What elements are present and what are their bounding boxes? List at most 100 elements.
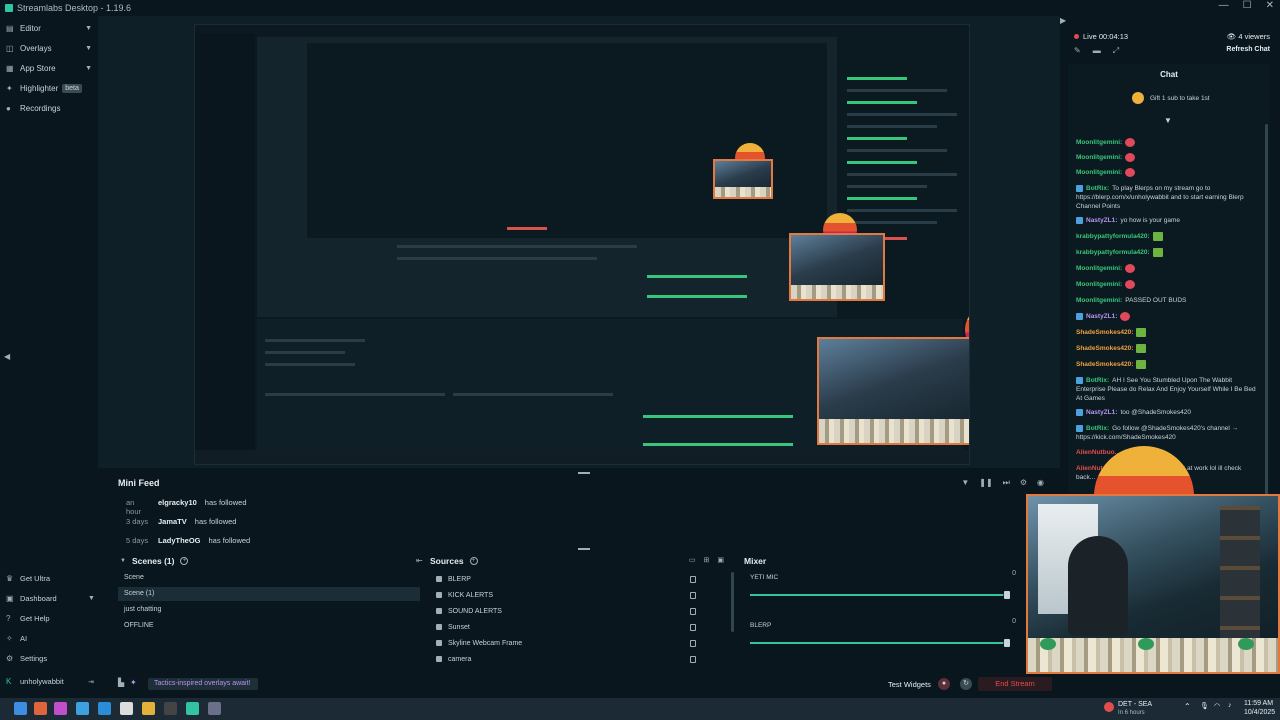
promo-banner[interactable]: Tactics-inspired overlays await! bbox=[148, 678, 259, 690]
nav-item-get-help[interactable]: ? Get Help bbox=[6, 614, 50, 623]
add-folder-icon[interactable]: ⊞ bbox=[704, 556, 710, 564]
steam-icon[interactable] bbox=[164, 702, 177, 715]
nav-item-dashboard[interactable]: ▣ Dashboard ▼ bbox=[6, 594, 95, 603]
nav-item-editor[interactable]: ▤ Editor ▼ bbox=[6, 24, 94, 33]
properties-icon[interactable]: ▣ bbox=[717, 556, 724, 564]
source-item[interactable]: camera bbox=[436, 652, 702, 666]
chat-username[interactable]: BotRix: bbox=[1086, 377, 1109, 384]
refresh-chat-button[interactable]: Refresh Chat bbox=[1226, 46, 1270, 53]
app-icon[interactable] bbox=[34, 702, 47, 715]
add-scene-collection-icon[interactable]: + bbox=[180, 557, 189, 565]
volume-icon[interactable]: ♪ bbox=[1228, 702, 1232, 709]
windows-start-icon[interactable] bbox=[14, 702, 27, 715]
scene-item[interactable]: just chatting bbox=[118, 603, 420, 617]
chat-username[interactable]: Moonlitgemini: bbox=[1076, 154, 1122, 161]
collapse-icon[interactable]: ⇤ bbox=[416, 556, 423, 565]
store-icon[interactable] bbox=[120, 702, 133, 715]
resize-handle[interactable] bbox=[578, 472, 590, 474]
record-button[interactable]: ● bbox=[938, 678, 950, 690]
filter-icon[interactable]: ▼ bbox=[961, 478, 969, 488]
maximize-button[interactable]: ☐ bbox=[1243, 0, 1252, 11]
nav-item-account[interactable]: K unholywabbit ⇥ bbox=[6, 677, 94, 686]
pin-icon[interactable]: ▼ bbox=[1164, 116, 1172, 125]
edit-icon[interactable]: ✎ bbox=[1074, 46, 1081, 56]
source-item[interactable]: SOUND ALERTS bbox=[436, 604, 702, 618]
streamlabs-taskbar-icon[interactable] bbox=[186, 702, 199, 715]
minimize-button[interactable]: — bbox=[1219, 0, 1229, 11]
close-button[interactable]: ✕ bbox=[1266, 0, 1274, 11]
popout-icon[interactable]: ◉ bbox=[1037, 478, 1044, 488]
scene-item[interactable]: Scene bbox=[118, 571, 420, 585]
collapse-left-icon[interactable]: ◀ bbox=[4, 352, 10, 361]
nav-item-app-store[interactable]: ▦ App Store ▼ bbox=[6, 64, 94, 73]
chat-username[interactable]: Moonlitgemini: bbox=[1076, 169, 1122, 176]
copilot-icon[interactable] bbox=[54, 702, 67, 715]
feed-user[interactable]: elgracky10 bbox=[158, 498, 197, 516]
replay-icon[interactable]: ↻ bbox=[960, 678, 972, 690]
chat-username[interactable]: krabbypattyformula420: bbox=[1076, 233, 1150, 240]
lock-icon[interactable] bbox=[690, 655, 696, 663]
clock-time[interactable]: 11:59 AM bbox=[1244, 700, 1273, 707]
volume-slider[interactable] bbox=[750, 594, 1006, 596]
chat-username[interactable]: ShadeSmokes420: bbox=[1076, 361, 1133, 368]
settings-icon[interactable]: ⚙ bbox=[1020, 478, 1027, 488]
chat-username[interactable]: ShadeSmokes420: bbox=[1076, 345, 1133, 352]
lock-icon[interactable] bbox=[690, 591, 696, 599]
mic-icon[interactable]: 🎙 bbox=[1200, 702, 1209, 710]
discord-icon[interactable] bbox=[208, 702, 221, 715]
chat-username[interactable]: krabbypattyformula420: bbox=[1076, 249, 1150, 256]
nav-item-get-ultra[interactable]: ♛ Get Ultra bbox=[6, 574, 50, 583]
folder-icon[interactable]: ▭ bbox=[689, 556, 696, 564]
browser-icon[interactable] bbox=[76, 702, 89, 715]
dashboard-icon[interactable]: ▬ bbox=[1093, 46, 1101, 56]
lock-icon[interactable] bbox=[690, 575, 696, 583]
wifi-icon[interactable]: ◠ bbox=[1214, 702, 1220, 710]
game-icon[interactable] bbox=[142, 702, 155, 715]
volume-slider[interactable] bbox=[750, 642, 1006, 644]
nav-item-ai[interactable]: ✧ AI bbox=[6, 634, 27, 643]
pause-icon[interactable]: ❚❚ bbox=[979, 478, 992, 488]
chat-username[interactable]: Moonlitgemini: bbox=[1076, 139, 1122, 146]
end-stream-button[interactable]: End Stream bbox=[978, 677, 1052, 691]
lock-icon[interactable] bbox=[690, 623, 696, 631]
nav-item-overlays[interactable]: ◫ Overlays ▼ bbox=[6, 44, 94, 53]
weather-text[interactable]: DET - SEA bbox=[1118, 701, 1152, 708]
scene-item[interactable]: OFFLINE bbox=[118, 619, 420, 633]
volume-knob[interactable] bbox=[1004, 639, 1010, 647]
chat-username[interactable]: NastyZL1: bbox=[1086, 313, 1117, 320]
chat-username[interactable]: Moonlitgemini: bbox=[1076, 297, 1122, 304]
chat-username[interactable]: NastyZL1: bbox=[1086, 409, 1117, 416]
source-item[interactable]: Sunset bbox=[436, 620, 702, 634]
sources-scrollbar[interactable] bbox=[731, 572, 734, 632]
chevron-down-icon[interactable]: ▼ bbox=[120, 558, 126, 564]
skip-icon[interactable]: ⏭ bbox=[1003, 478, 1010, 488]
chat-username[interactable]: Moonlitgemini: bbox=[1076, 281, 1122, 288]
feed-user[interactable]: LadyTheOG bbox=[158, 536, 201, 545]
chat-username[interactable]: BotRix: bbox=[1086, 425, 1109, 432]
edge-icon[interactable] bbox=[98, 702, 111, 715]
share-icon[interactable]: ⤢ bbox=[1113, 46, 1119, 56]
feed-user[interactable]: JamaTV bbox=[158, 517, 187, 526]
chat-username[interactable]: NastyZL1: bbox=[1086, 217, 1117, 224]
source-item[interactable]: Skyline Webcam Frame bbox=[436, 636, 702, 650]
stats-icon[interactable]: ▙ bbox=[118, 678, 124, 687]
gift-banner[interactable]: Gift 1 sub to take 1st bbox=[1132, 92, 1210, 104]
expand-right-icon[interactable]: ▶ bbox=[1060, 16, 1066, 25]
chat-username[interactable]: BotRix: bbox=[1086, 185, 1109, 192]
logout-icon[interactable]: ⇥ bbox=[88, 678, 94, 686]
source-item[interactable]: BLERP bbox=[436, 572, 702, 586]
editor-preview[interactable] bbox=[98, 16, 1060, 468]
nav-item-recordings[interactable]: ● Recordings bbox=[6, 104, 94, 113]
nav-item-highlighter[interactable]: ✦ Highlighter beta bbox=[6, 84, 94, 93]
lock-icon[interactable] bbox=[690, 607, 696, 615]
chat-username[interactable]: Moonlitgemini: bbox=[1076, 265, 1122, 272]
chevron-up-icon[interactable]: ⌃ bbox=[1184, 702, 1191, 711]
source-item[interactable]: KICK ALERTS bbox=[436, 588, 702, 602]
add-source-icon[interactable]: + bbox=[469, 557, 478, 565]
chat-username[interactable]: ShadeSmokes420: bbox=[1076, 329, 1133, 336]
nav-item-settings[interactable]: ⚙ Settings bbox=[6, 654, 47, 663]
scene-item-selected[interactable]: Scene (1) bbox=[118, 587, 420, 601]
volume-knob[interactable] bbox=[1004, 591, 1010, 599]
feed-action: has followed bbox=[204, 498, 247, 507]
lock-icon[interactable] bbox=[690, 639, 696, 647]
